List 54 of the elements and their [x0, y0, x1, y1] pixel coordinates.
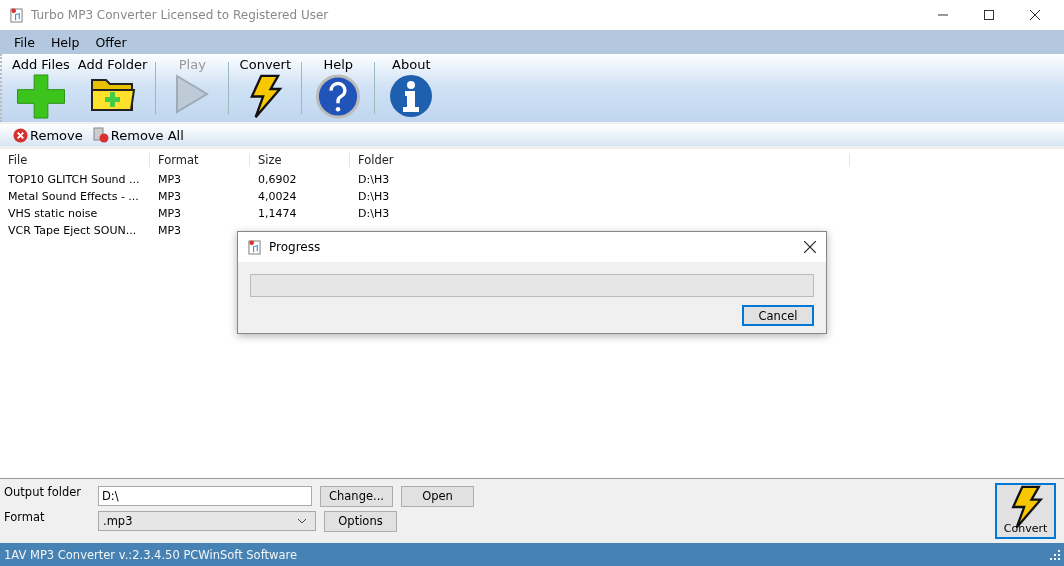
open-button[interactable]: Open	[401, 485, 474, 507]
change-button[interactable]: Change...	[320, 485, 393, 507]
window-title: Turbo MP3 Converter Licensed to Registered User	[31, 8, 329, 22]
toolbar-button[interactable]: Add Folder	[73, 54, 152, 122]
resize-grip-icon	[1050, 549, 1060, 560]
dialog-title: Progress	[269, 240, 321, 254]
output-folder-field[interactable]: D:\	[98, 486, 312, 506]
table-cell-text: VCR Tape Eject SOUN...	[7, 224, 138, 237]
table-cell-text: 1,1474	[257, 207, 298, 220]
table-cell-text: TOP10 GLITCH Sound ...	[7, 173, 141, 186]
column-header[interactable]: Size	[250, 153, 350, 167]
table-cell-text: MP3	[157, 190, 183, 203]
app-icon	[248, 239, 261, 255]
column-header[interactable]: Format	[150, 153, 250, 167]
status-text: 1AV MP3 Converter v.:2.3.4.50 PCWinSoft Software	[4, 547, 297, 562]
plus-icon	[15, 74, 66, 119]
table-cell-text: MP3	[157, 173, 183, 186]
menu-item[interactable]: Offer	[87, 34, 135, 50]
lightning-icon	[247, 74, 284, 119]
menu-item[interactable]: Help	[42, 34, 88, 50]
table-cell-text: MP3	[157, 207, 183, 220]
table-cell-text: 4,0024	[257, 190, 298, 203]
toolbar-button[interactable]: Add Files	[8, 54, 74, 122]
info-icon	[389, 74, 434, 118]
remove-icon	[13, 127, 28, 143]
table-cell-text: MP3	[157, 224, 183, 237]
options-button[interactable]: Options	[324, 510, 397, 532]
app-icon	[10, 7, 23, 23]
format-dropdown[interactable]: .mp3	[98, 511, 316, 531]
column-header[interactable]: File	[0, 153, 150, 167]
convert-button[interactable]: Convert	[995, 483, 1056, 539]
play-icon	[175, 74, 210, 114]
table-cell-text: D:\H3	[357, 207, 391, 220]
table-cell-text: D:\H3	[357, 173, 391, 186]
toolbar-button[interactable]: Remove	[10, 127, 86, 143]
column-header[interactable]: Folder	[350, 153, 850, 167]
close-icon[interactable]	[1030, 10, 1040, 20]
close-icon[interactable]	[804, 241, 816, 253]
table-cell-text: VHS static noise	[7, 207, 99, 220]
table-cell-text: Metal Sound Effects - ...	[7, 190, 140, 203]
maximize-icon[interactable]	[984, 10, 994, 20]
table-cell-text: 0,6902	[257, 173, 298, 186]
remove-all-icon	[92, 127, 109, 143]
toolbar-button[interactable]: About	[379, 54, 444, 122]
toolbar-button[interactable]: Convert	[233, 54, 298, 122]
table-cell-text: D:\H3	[357, 190, 391, 203]
menu-item[interactable]: File	[6, 34, 43, 50]
help-icon	[315, 74, 362, 119]
field-label: Output folder	[3, 485, 82, 499]
toolbar-button[interactable]: Remove All	[89, 127, 187, 143]
field-label: Format	[3, 510, 46, 524]
cancel-button[interactable]: Cancel	[742, 305, 814, 326]
toolbar-button[interactable]: Help	[306, 54, 371, 122]
chevron-down-icon	[297, 518, 307, 524]
